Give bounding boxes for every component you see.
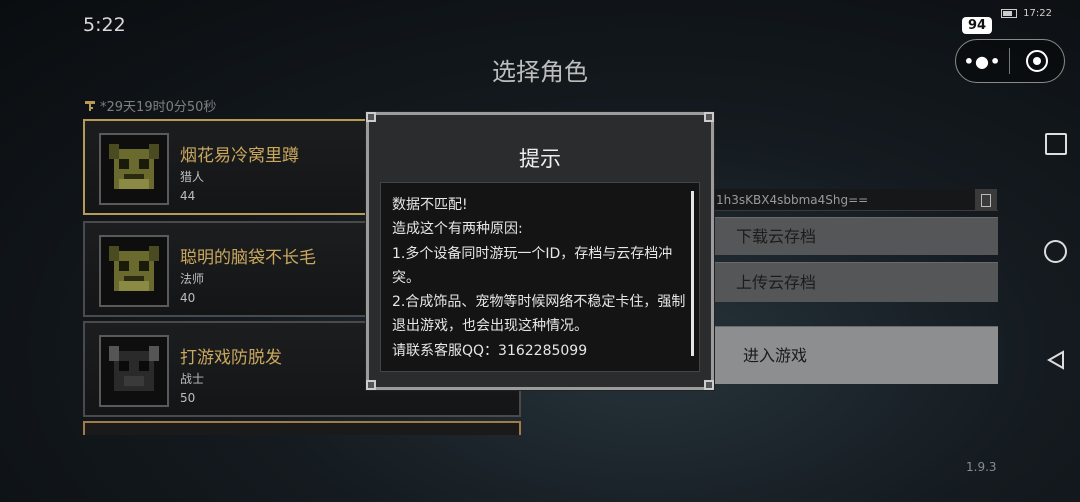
character-portrait <box>99 235 169 307</box>
dialog-line: 2.合成饰品、宠物等时候网络不稳定卡住，强制退出游戏，也会出现这种情况。 <box>392 294 686 335</box>
nav-circle-icon[interactable] <box>1044 240 1067 263</box>
dialog-line: 造成这个有两种原因: <box>392 221 523 238</box>
status-time: 5:22 <box>83 14 126 36</box>
upload-cloud-save-button[interactable]: 上传云存档 <box>713 262 998 302</box>
character-name: 烟花易冷窝里蹲 <box>180 146 299 166</box>
dialog-line: 1.多个设备同时游玩一个ID，存档与云存档冲突。 <box>392 245 673 286</box>
character-class: 战士 <box>180 372 205 386</box>
dialog-scrollbar[interactable] <box>691 191 694 356</box>
battery-icon <box>1001 9 1018 18</box>
page-title: 选择角色 <box>492 58 588 86</box>
timer: *29天19时0分50秒 <box>84 96 216 115</box>
character-name: 聪明的脑袋不长毛 <box>180 248 316 268</box>
battery-badge: 94 <box>962 17 993 34</box>
enter-game-button[interactable]: 进入游戏 <box>713 326 998 384</box>
copy-icon[interactable] <box>975 189 997 211</box>
notice-dialog: 提示 数据不匹配! 造成这个有两种原因: 1.多个设备同时游玩一个ID，存档与云… <box>366 112 714 390</box>
character-class: 法师 <box>180 272 205 286</box>
dialog-message-box[interactable]: 数据不匹配! 造成这个有两种原因: 1.多个设备同时游玩一个ID，存档与云存档冲… <box>380 182 700 372</box>
dialog-line: 请联系客服QQ：3162285099 <box>392 342 588 359</box>
warrior-portrait-icon <box>109 346 159 391</box>
dialog-title: 提示 <box>519 147 561 171</box>
dialog-corner <box>704 380 714 390</box>
dialog-corner <box>366 380 376 390</box>
character-card-partial[interactable] <box>83 421 521 435</box>
orc-portrait-icon <box>109 246 159 291</box>
orc-portrait-icon <box>109 144 159 189</box>
nav-back-icon[interactable] <box>1045 349 1067 371</box>
version-label: 1.9.3 <box>966 460 997 474</box>
character-level: 44 <box>180 189 196 203</box>
download-cloud-save-button[interactable]: 下载云存档 <box>713 217 998 255</box>
character-portrait <box>99 133 169 205</box>
status-right: 17:22 <box>1001 8 1052 19</box>
character-level: 40 <box>180 291 196 305</box>
key-icon <box>85 100 95 111</box>
cloud-code-field[interactable]: 1h3sKBX4sbbma4Shg== <box>713 189 998 211</box>
character-class: 猎人 <box>180 170 205 184</box>
dialog-corner <box>366 112 376 122</box>
character-name: 打游戏防脱发 <box>180 348 282 368</box>
character-level: 50 <box>180 391 196 405</box>
timer-text: *29天19时0分50秒 <box>100 100 217 115</box>
dialog-message: 数据不匹配! 造成这个有两种原因: 1.多个设备同时游玩一个ID，存档与云存档冲… <box>381 183 699 363</box>
character-portrait <box>99 335 169 407</box>
dialog-corner <box>704 112 714 122</box>
dialog-line: 数据不匹配! <box>392 197 468 213</box>
status-clock: 17:22 <box>1023 8 1052 19</box>
nav-square-icon[interactable] <box>1045 133 1067 155</box>
